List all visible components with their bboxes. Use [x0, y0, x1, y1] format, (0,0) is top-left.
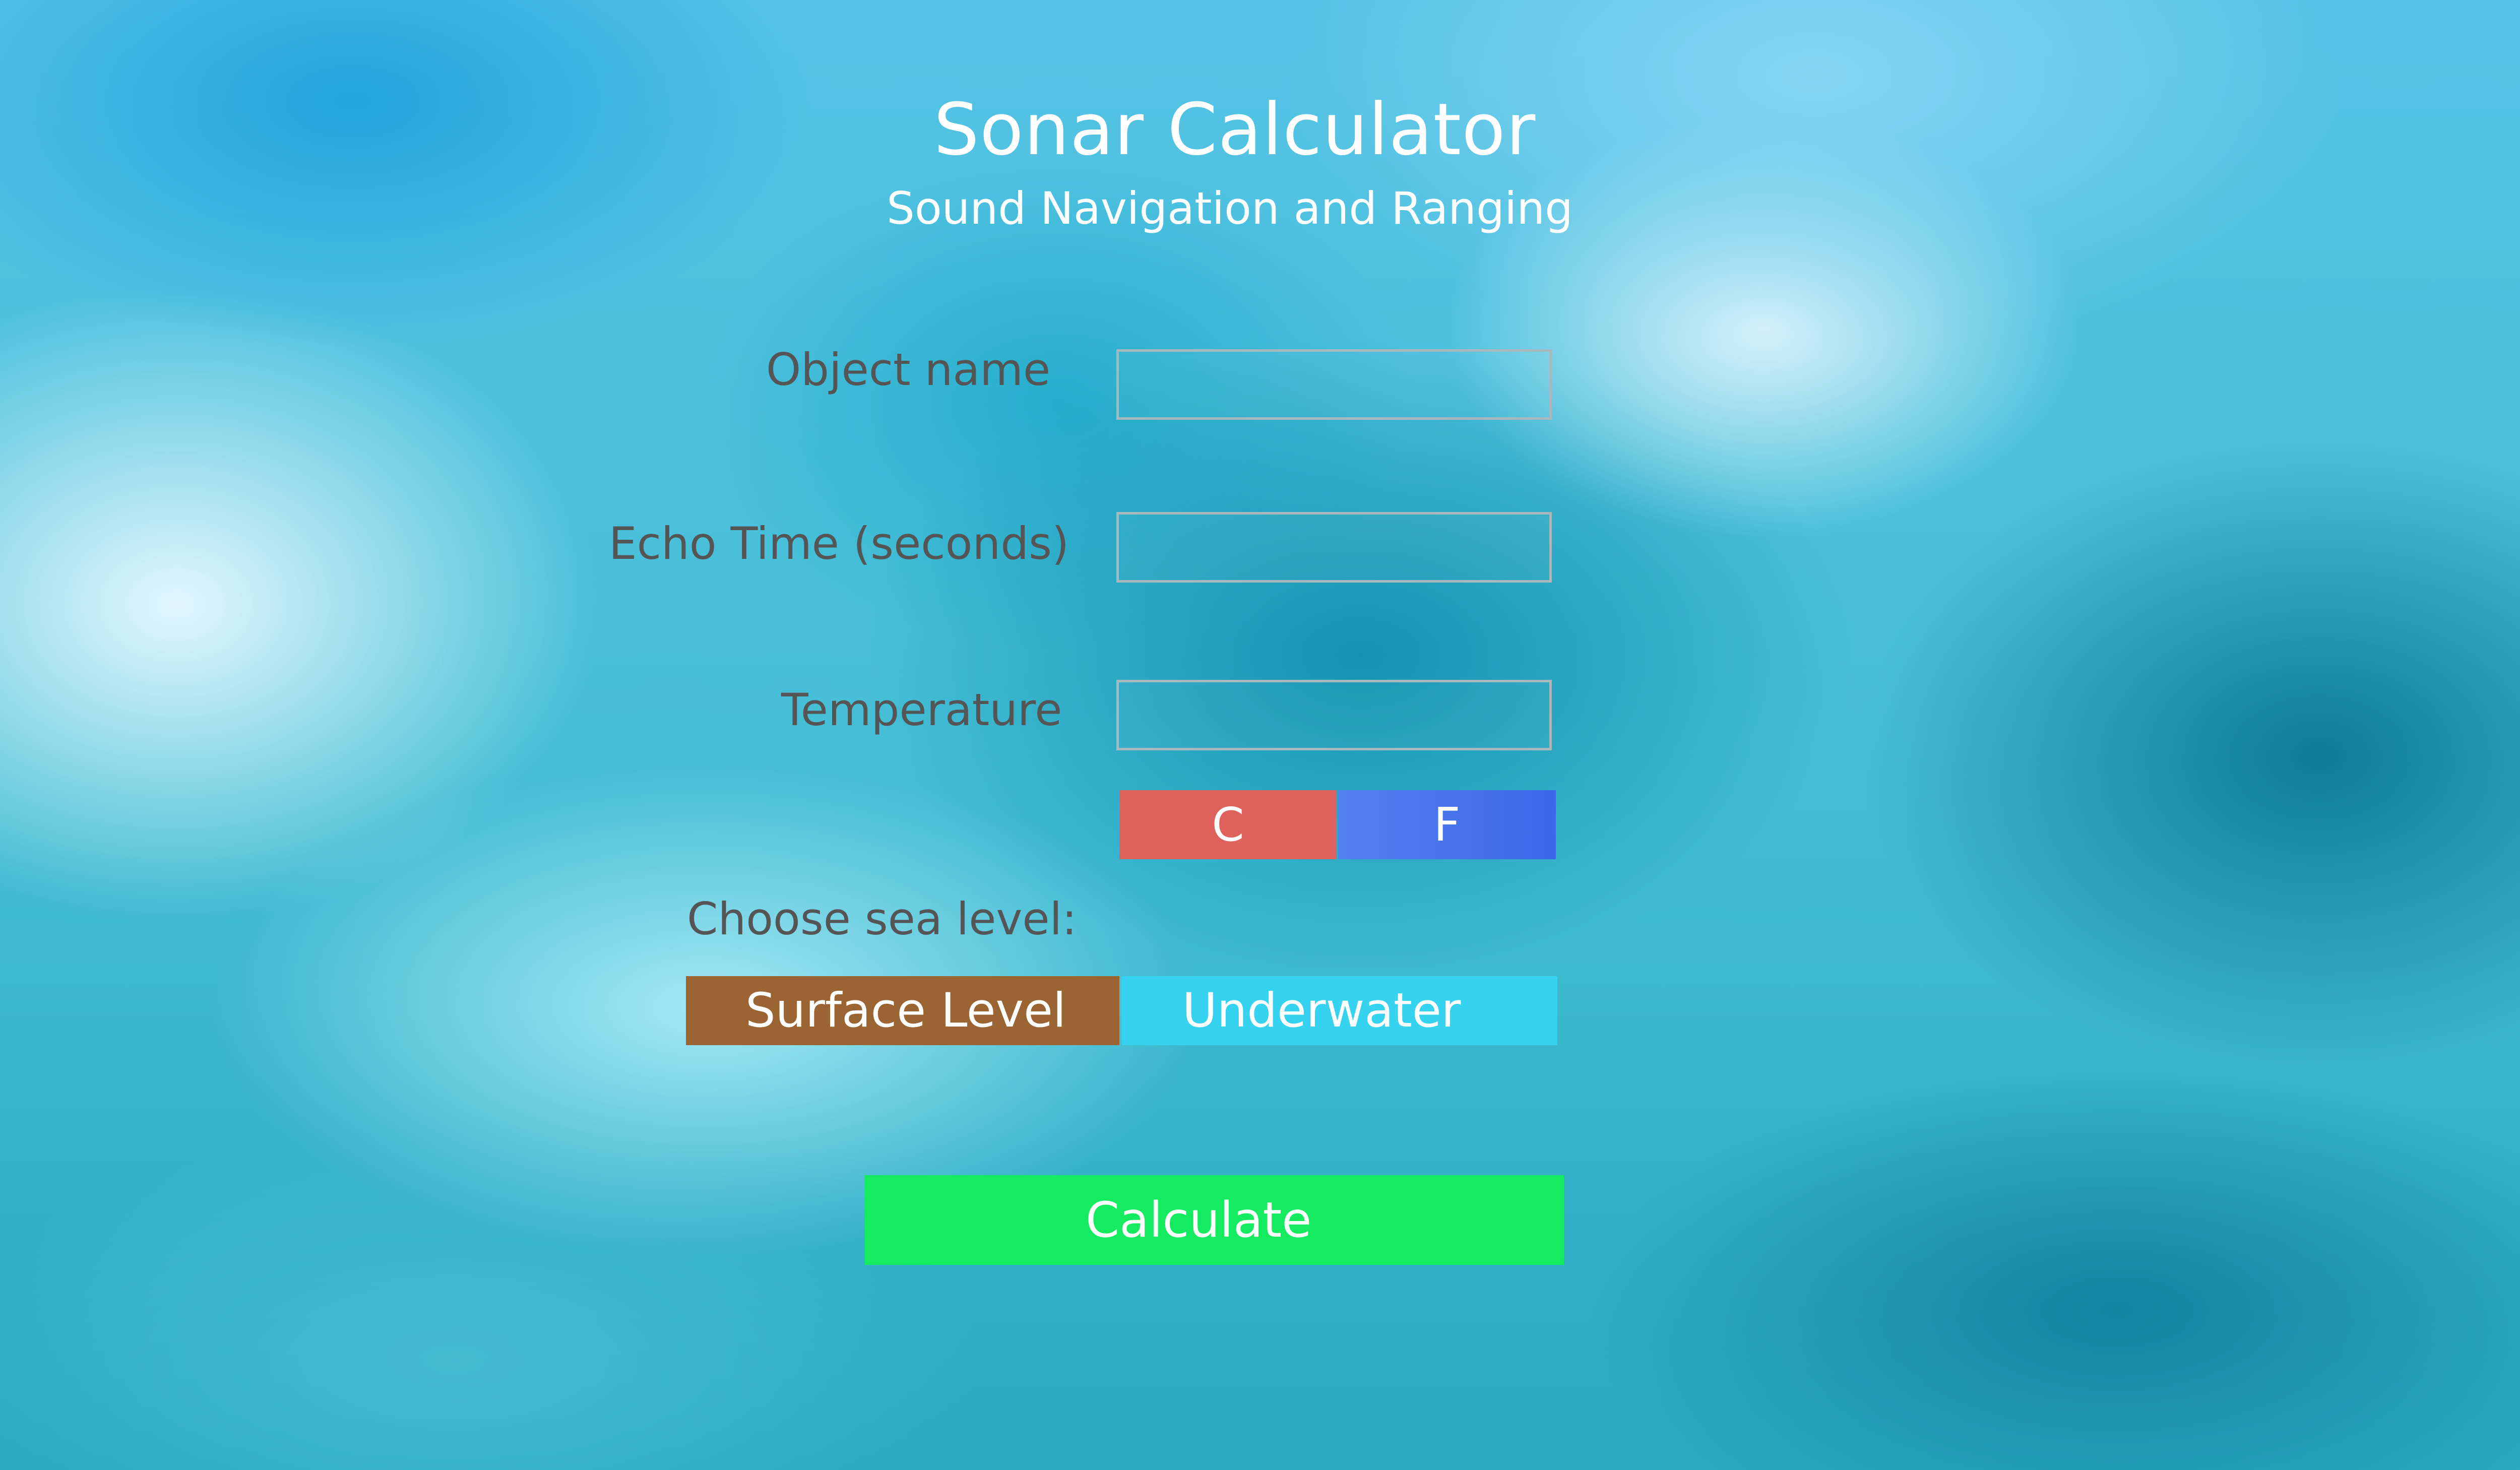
- echo-time-input[interactable]: [1116, 512, 1552, 583]
- surface-level-button[interactable]: Surface Level: [686, 976, 1119, 1045]
- temperature-input[interactable]: [1116, 680, 1552, 750]
- object-name-label: Object name: [766, 344, 1051, 396]
- calculate-button[interactable]: Calculate: [865, 1175, 1564, 1265]
- echo-time-label: Echo Time (seconds): [609, 518, 1069, 569]
- fahrenheit-button[interactable]: F: [1338, 790, 1556, 859]
- page-title: Sonar Calculator: [933, 88, 1536, 171]
- celsius-button[interactable]: C: [1119, 790, 1337, 859]
- underwater-button[interactable]: Underwater: [1122, 976, 1557, 1045]
- page-subtitle: Sound Navigation and Ranging: [886, 182, 1573, 234]
- sonar-calculator-screen: Sonar Calculator Sound Navigation and Ra…: [0, 0, 2520, 1470]
- object-name-input[interactable]: [1116, 349, 1552, 420]
- sea-level-label: Choose sea level:: [687, 893, 1077, 945]
- temperature-label: Temperature: [781, 684, 1062, 736]
